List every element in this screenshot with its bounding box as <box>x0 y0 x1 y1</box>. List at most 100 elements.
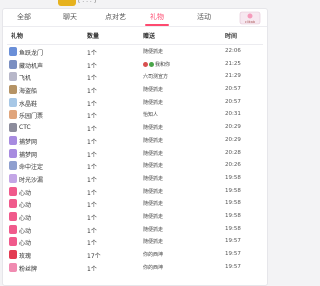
gift-icon <box>9 148 17 158</box>
gift-icon <box>9 110 17 120</box>
gift-category-text: 六司测宣方 <box>143 74 169 81</box>
gift-name: 心动 <box>19 240 32 248</box>
gift-category: 随便抓走 <box>143 137 163 144</box>
gift-name: 捕梦网 <box>19 151 38 159</box>
gift-quantity: 1个 <box>87 202 97 210</box>
table-row: 心动 1个 随便抓走 19:58 <box>3 210 267 223</box>
gift-category-text: 随便抓走 <box>143 150 164 157</box>
gift-icon <box>9 85 17 95</box>
gift-time: 19:57 <box>225 251 241 257</box>
table-row: 粉丝牌 1个 你的西坤 19:57 <box>3 261 267 274</box>
gift-quantity: 1个 <box>87 100 97 108</box>
gift-name: 心动 <box>19 227 32 235</box>
gift-category-text: 随便抓走 <box>143 87 164 94</box>
gift-category-text: 随便抓走 <box>143 201 164 208</box>
gift-time: 19:57 <box>225 263 241 270</box>
gift-name: 乐园门票 <box>19 113 44 121</box>
help-icon[interactable]: clikab <box>238 11 262 25</box>
gift-record-panel: 全部 聊天 点对艺 礼物 活动 clikab 礼物 数量 赠送 时间 鱼跃龙门 1… <box>2 8 268 286</box>
gift-category-text: 你的西坤 <box>143 264 164 271</box>
gift-icon <box>9 47 17 56</box>
gift-quantity: 1个 <box>87 75 97 83</box>
gift-name: 飞机 <box>19 75 32 83</box>
gift-icon <box>9 72 17 82</box>
table-row: 命中注定 1个 随便抓走 20:26 <box>3 159 267 172</box>
gift-category: 随便抓走 <box>143 226 163 233</box>
gift-time: 20:57 <box>225 86 241 93</box>
top-fragment-text: [ . . . ] <box>78 0 97 4</box>
gift-icon <box>9 237 17 247</box>
gift-quantity: 1个 <box>87 113 97 121</box>
tab-talent[interactable]: 点对艺 <box>105 12 126 22</box>
table-row: 时光沙漏 1个 随便抓走 19:58 <box>3 172 267 185</box>
gift-name: 藏动机声 <box>19 62 44 70</box>
gift-category: 随便抓走 <box>143 86 163 93</box>
gift-name: 捕梦网 <box>19 138 38 146</box>
gift-name: 命中注定 <box>19 164 44 172</box>
gift-time: 19:58 <box>225 212 241 219</box>
gift-time: 20:29 <box>225 136 241 143</box>
gift-category-text: 随便抓走 <box>143 163 164 170</box>
gift-time: 20:57 <box>225 98 241 105</box>
gift-quantity: 1个 <box>87 214 97 222</box>
gift-name: 心动 <box>19 214 32 222</box>
gift-time: 19:58 <box>225 225 241 232</box>
gift-category-text: 随便抓走 <box>143 99 164 106</box>
gift-name: 心动 <box>19 189 32 197</box>
gift-quantity: 1个 <box>87 164 97 172</box>
gift-icon <box>9 97 17 107</box>
gift-category: 随便抓走 <box>143 175 163 182</box>
gift-time: 21:25 <box>225 60 241 67</box>
active-tab-indicator <box>145 24 169 26</box>
gift-category: 我和你 <box>143 61 170 68</box>
table-row: CTC 1个 随便抓走 20:29 <box>3 121 267 134</box>
gift-category-text: 随便抓走 <box>143 175 164 182</box>
col-category-header: 赠送 <box>143 33 156 40</box>
gift-icon <box>9 250 17 259</box>
gift-icon <box>9 262 17 272</box>
top-strip: [ . . . ] <box>0 0 270 8</box>
level-badge-icon <box>58 0 76 6</box>
gift-name: 心动 <box>19 202 32 210</box>
gift-quantity: 1个 <box>87 176 97 184</box>
tab-all[interactable]: 全部 <box>17 12 31 22</box>
gift-quantity: 1个 <box>87 151 97 159</box>
tab-gift[interactable]: 礼物 <box>150 12 164 22</box>
table-row: 玫瑰 17个 你的西坤 19:57 <box>3 248 267 261</box>
tab-event[interactable]: 活动 <box>197 12 211 22</box>
help-label: clikab <box>245 20 256 24</box>
mini-avatar-icon <box>149 61 154 67</box>
gift-quantity: 17个 <box>87 253 101 260</box>
gift-quantity: 1个 <box>87 189 97 197</box>
gift-category: 你的西坤 <box>143 251 163 258</box>
gift-quantity: 1个 <box>87 138 97 146</box>
tab-chat[interactable]: 聊天 <box>63 12 77 22</box>
table-row: 心动 1个 随便抓走 19:58 <box>3 223 267 236</box>
gift-icon <box>9 123 17 133</box>
gift-category: 随便抓走 <box>143 48 163 55</box>
gift-category: 随便抓走 <box>143 238 163 245</box>
gift-icon <box>9 211 17 221</box>
col-qty-header: 数量 <box>87 33 100 40</box>
gift-category-text: 随便抓走 <box>143 137 164 144</box>
gift-time: 20:31 <box>225 111 241 118</box>
gift-time: 20:28 <box>225 149 241 156</box>
gift-name: CTC <box>19 124 31 132</box>
gift-icon <box>9 59 17 69</box>
gift-category: 六司测宣方 <box>143 73 168 80</box>
col-time-header: 时间 <box>225 33 238 40</box>
gift-category-text: 怡知人 <box>143 112 159 119</box>
gift-name: 玫瑰 <box>19 253 32 260</box>
gift-icon <box>9 199 17 209</box>
gift-category: 随便抓走 <box>143 150 163 157</box>
gift-icon <box>9 135 17 145</box>
gift-category: 随便抓走 <box>143 200 163 207</box>
gift-icon <box>9 161 17 171</box>
gift-time: 19:58 <box>225 200 241 207</box>
gift-category-text: 随便抓走 <box>143 188 164 195</box>
table-row: 捕梦网 1个 随便抓走 20:28 <box>3 147 267 160</box>
gift-category: 随便抓走 <box>143 162 163 169</box>
gift-category-text: 随便抓走 <box>143 125 164 132</box>
gift-icon <box>9 224 17 234</box>
gift-time: 21:29 <box>225 73 241 80</box>
